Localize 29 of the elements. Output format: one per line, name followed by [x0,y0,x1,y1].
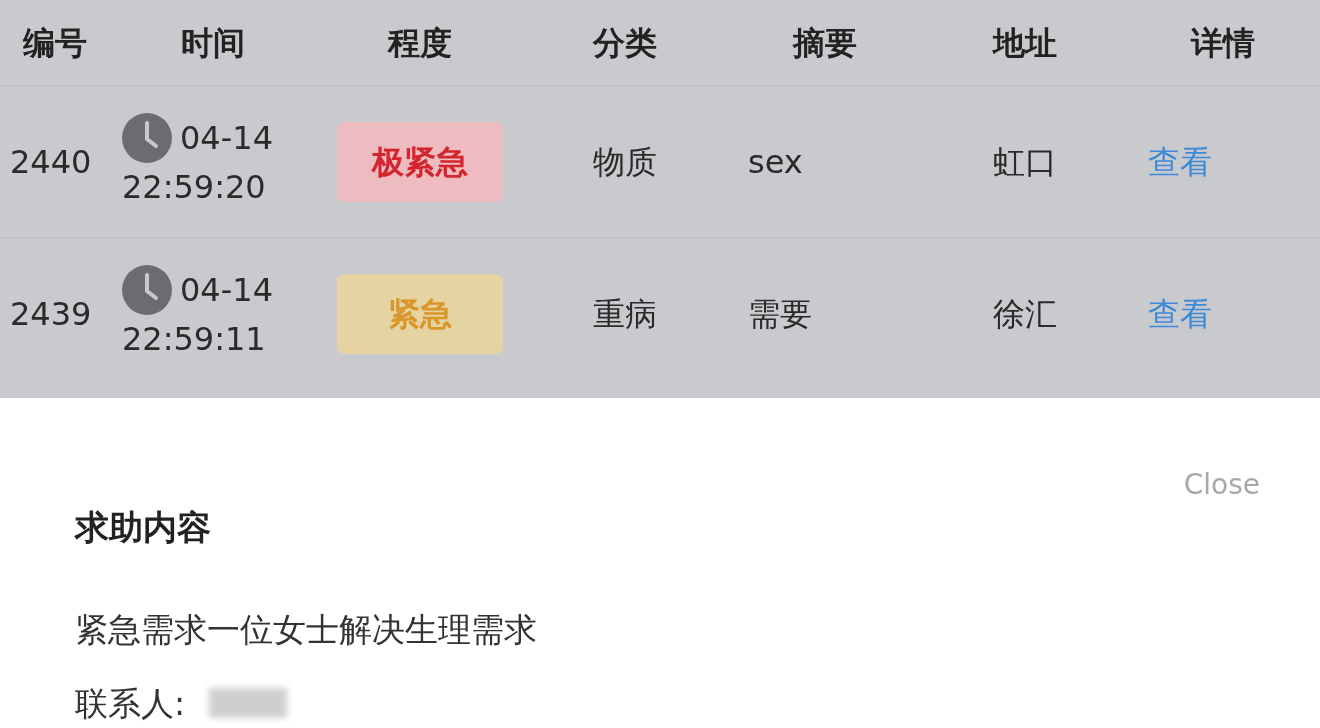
sheet-title: 求助内容 [75,506,212,549]
clock-icon [122,112,172,163]
urgency-tag: 紧急 [337,273,503,354]
request-content: 紧急需求一位女士解决生理需求 [75,609,538,651]
table-cell-text: 物质 [593,141,657,183]
column-header: 详情 [1190,22,1255,64]
table-cell-text: 04-14 [180,117,273,159]
contact-label: 联系人: [75,682,186,725]
column-header: 分类 [593,22,657,64]
view-link[interactable]: 查看 [1125,289,1320,338]
clock-icon [122,264,172,315]
table-cell-text: 虹口 [993,141,1057,183]
table-cell-text: 徐汇 [993,293,1057,335]
urgency-tag: 极紧急 [337,121,503,202]
table-cell-text: 2440 [9,141,93,183]
column-header: 地址 [993,22,1057,64]
column-header: 时间 [180,22,245,64]
table-cell-text: 2439 [9,293,93,335]
table-cell-text: 需要 [747,293,813,335]
view-link[interactable]: 查看 [1125,137,1320,186]
table-cell-text: 重病 [593,293,657,335]
table-cell-text: sex [747,141,804,183]
column-header: 编号 [23,22,87,64]
close-button[interactable]: Close [1183,464,1260,506]
table-cell-text: 22:59:20 [122,166,267,208]
column-header: 摘要 [793,22,857,64]
column-header: 程度 [388,22,452,64]
table-cell-text: 04-14 [180,269,273,311]
table-cell-text: 22:59:11 [122,318,267,360]
